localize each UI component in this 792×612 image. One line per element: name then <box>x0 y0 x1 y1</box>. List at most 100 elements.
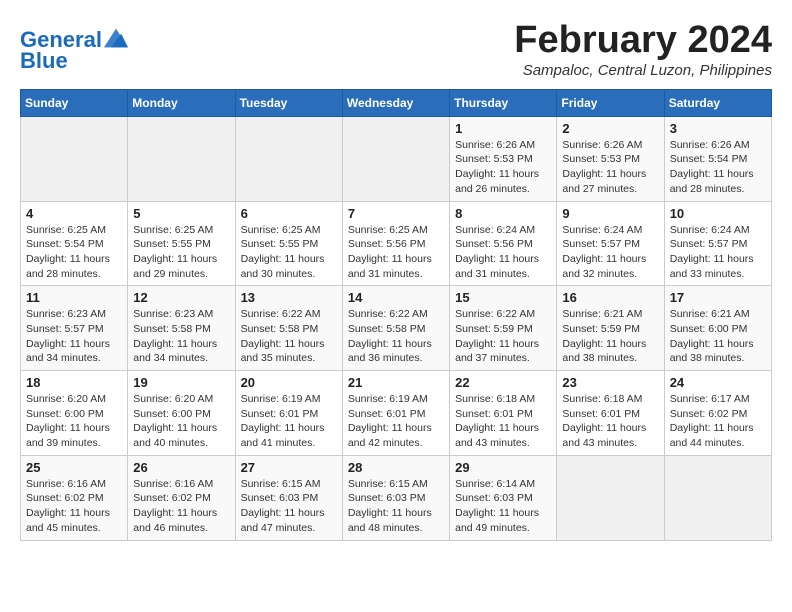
calendar-cell: 11Sunrise: 6:23 AM Sunset: 5:57 PM Dayli… <box>21 286 128 371</box>
day-number: 13 <box>241 290 337 305</box>
day-number: 9 <box>562 206 658 221</box>
day-number: 6 <box>241 206 337 221</box>
day-info: Sunrise: 6:15 AM Sunset: 6:03 PM Dayligh… <box>348 477 444 536</box>
day-info: Sunrise: 6:24 AM Sunset: 5:57 PM Dayligh… <box>562 223 658 282</box>
day-number: 27 <box>241 460 337 475</box>
calendar-cell: 23 Sunrise: 6:18 AM Sunset: 6:01 PM Dayli… <box>557 371 664 456</box>
logo-icon <box>104 28 128 48</box>
day-number: 15 <box>455 290 551 305</box>
calendar-week-5: 25 Sunrise: 6:16 AM Sunset: 6:02 PM Dayli… <box>21 455 772 540</box>
calendar-cell: 10Sunrise: 6:24 AM Sunset: 5:57 PM Dayli… <box>664 201 771 286</box>
calendar-cell <box>235 116 342 201</box>
calendar-cell: 28 Sunrise: 6:15 AM Sunset: 6:03 PM Dayli… <box>342 455 449 540</box>
day-number: 12 <box>133 290 229 305</box>
day-info: Sunrise: 6:16 AM Sunset: 6:02 PM Dayligh… <box>133 477 229 536</box>
calendar-week-4: 18 Sunrise: 6:20 AM Sunset: 6:00 PM Dayli… <box>21 371 772 456</box>
calendar-cell: 1Sunrise: 6:26 AM Sunset: 5:53 PM Daylig… <box>450 116 557 201</box>
day-info: Sunrise: 6:25 AM Sunset: 5:54 PM Dayligh… <box>26 223 122 282</box>
weekday-header-friday: Friday <box>557 89 664 116</box>
day-info: Sunrise: 6:26 AM Sunset: 5:54 PM Dayligh… <box>670 138 766 197</box>
day-info: Sunrise: 6:22 AM Sunset: 5:59 PM Dayligh… <box>455 307 551 366</box>
weekday-header-tuesday: Tuesday <box>235 89 342 116</box>
calendar-cell: 27 Sunrise: 6:15 AM Sunset: 6:03 PM Dayli… <box>235 455 342 540</box>
day-info: Sunrise: 6:16 AM Sunset: 6:02 PM Dayligh… <box>26 477 122 536</box>
calendar-cell: 25 Sunrise: 6:16 AM Sunset: 6:02 PM Dayli… <box>21 455 128 540</box>
day-number: 25 <box>26 460 122 475</box>
calendar-cell: 24Sunrise: 6:17 AM Sunset: 6:02 PM Dayli… <box>664 371 771 456</box>
weekday-header-sunday: Sunday <box>21 89 128 116</box>
day-number: 17 <box>670 290 766 305</box>
calendar-cell <box>342 116 449 201</box>
calendar-cell: 22 Sunrise: 6:18 AM Sunset: 6:01 PM Dayli… <box>450 371 557 456</box>
day-number: 21 <box>348 375 444 390</box>
day-number: 18 <box>26 375 122 390</box>
day-number: 5 <box>133 206 229 221</box>
calendar-week-1: 1Sunrise: 6:26 AM Sunset: 5:53 PM Daylig… <box>21 116 772 201</box>
calendar-cell: 20Sunrise: 6:19 AM Sunset: 6:01 PM Dayli… <box>235 371 342 456</box>
day-info: Sunrise: 6:23 AM Sunset: 5:58 PM Dayligh… <box>133 307 229 366</box>
day-info: Sunrise: 6:24 AM Sunset: 5:57 PM Dayligh… <box>670 223 766 282</box>
calendar-week-3: 11Sunrise: 6:23 AM Sunset: 5:57 PM Dayli… <box>21 286 772 371</box>
day-number: 14 <box>348 290 444 305</box>
weekday-header-thursday: Thursday <box>450 89 557 116</box>
day-number: 3 <box>670 121 766 136</box>
day-info: Sunrise: 6:21 AM Sunset: 6:00 PM Dayligh… <box>670 307 766 366</box>
calendar-body: 1Sunrise: 6:26 AM Sunset: 5:53 PM Daylig… <box>21 116 772 540</box>
location: Sampaloc, Central Luzon, Philippines <box>514 62 772 79</box>
calendar-cell: 2 Sunrise: 6:26 AM Sunset: 5:53 PM Daylig… <box>557 116 664 201</box>
page-header: General Blue February 2024 Sampaloc, Cen… <box>20 20 772 79</box>
day-number: 23 <box>562 375 658 390</box>
calendar-cell: 29 Sunrise: 6:14 AM Sunset: 6:03 PM Dayli… <box>450 455 557 540</box>
calendar-cell: 6 Sunrise: 6:25 AM Sunset: 5:55 PM Daylig… <box>235 201 342 286</box>
day-number: 7 <box>348 206 444 221</box>
day-number: 4 <box>26 206 122 221</box>
day-number: 22 <box>455 375 551 390</box>
weekday-header-saturday: Saturday <box>664 89 771 116</box>
calendar-cell: 26 Sunrise: 6:16 AM Sunset: 6:02 PM Dayli… <box>128 455 235 540</box>
calendar-header-row: SundayMondayTuesdayWednesdayThursdayFrid… <box>21 89 772 116</box>
day-info: Sunrise: 6:26 AM Sunset: 5:53 PM Dayligh… <box>455 138 551 197</box>
day-info: Sunrise: 6:24 AM Sunset: 5:56 PM Dayligh… <box>455 223 551 282</box>
day-number: 2 <box>562 121 658 136</box>
day-info: Sunrise: 6:19 AM Sunset: 6:01 PM Dayligh… <box>348 392 444 451</box>
day-number: 11 <box>26 290 122 305</box>
day-info: Sunrise: 6:14 AM Sunset: 6:03 PM Dayligh… <box>455 477 551 536</box>
day-number: 8 <box>455 206 551 221</box>
day-number: 26 <box>133 460 229 475</box>
title-block: February 2024 Sampaloc, Central Luzon, P… <box>514 20 772 79</box>
calendar-cell: 14 Sunrise: 6:22 AM Sunset: 5:58 PM Dayli… <box>342 286 449 371</box>
day-info: Sunrise: 6:25 AM Sunset: 5:55 PM Dayligh… <box>133 223 229 282</box>
calendar-cell: 16Sunrise: 6:21 AM Sunset: 5:59 PM Dayli… <box>557 286 664 371</box>
day-number: 19 <box>133 375 229 390</box>
calendar-table: SundayMondayTuesdayWednesdayThursdayFrid… <box>20 89 772 541</box>
day-number: 29 <box>455 460 551 475</box>
day-info: Sunrise: 6:25 AM Sunset: 5:56 PM Dayligh… <box>348 223 444 282</box>
day-info: Sunrise: 6:22 AM Sunset: 5:58 PM Dayligh… <box>348 307 444 366</box>
day-info: Sunrise: 6:15 AM Sunset: 6:03 PM Dayligh… <box>241 477 337 536</box>
day-info: Sunrise: 6:20 AM Sunset: 6:00 PM Dayligh… <box>26 392 122 451</box>
weekday-header-monday: Monday <box>128 89 235 116</box>
day-info: Sunrise: 6:18 AM Sunset: 6:01 PM Dayligh… <box>455 392 551 451</box>
calendar-cell: 7 Sunrise: 6:25 AM Sunset: 5:56 PM Daylig… <box>342 201 449 286</box>
day-info: Sunrise: 6:26 AM Sunset: 5:53 PM Dayligh… <box>562 138 658 197</box>
day-info: Sunrise: 6:25 AM Sunset: 5:55 PM Dayligh… <box>241 223 337 282</box>
calendar-cell <box>21 116 128 201</box>
day-info: Sunrise: 6:22 AM Sunset: 5:58 PM Dayligh… <box>241 307 337 366</box>
calendar-week-2: 4 Sunrise: 6:25 AM Sunset: 5:54 PM Daylig… <box>21 201 772 286</box>
day-number: 28 <box>348 460 444 475</box>
day-number: 20 <box>241 375 337 390</box>
calendar-cell: 4 Sunrise: 6:25 AM Sunset: 5:54 PM Daylig… <box>21 201 128 286</box>
day-info: Sunrise: 6:17 AM Sunset: 6:02 PM Dayligh… <box>670 392 766 451</box>
calendar-cell: 8 Sunrise: 6:24 AM Sunset: 5:56 PM Daylig… <box>450 201 557 286</box>
month-year: February 2024 <box>514 20 772 62</box>
calendar-cell: 12 Sunrise: 6:23 AM Sunset: 5:58 PM Dayli… <box>128 286 235 371</box>
calendar-cell <box>128 116 235 201</box>
day-info: Sunrise: 6:18 AM Sunset: 6:01 PM Dayligh… <box>562 392 658 451</box>
calendar-cell: 19Sunrise: 6:20 AM Sunset: 6:00 PM Dayli… <box>128 371 235 456</box>
calendar-cell <box>557 455 664 540</box>
calendar-cell <box>664 455 771 540</box>
weekday-header-wednesday: Wednesday <box>342 89 449 116</box>
calendar-cell: 18 Sunrise: 6:20 AM Sunset: 6:00 PM Dayli… <box>21 371 128 456</box>
calendar-cell: 3 Sunrise: 6:26 AM Sunset: 5:54 PM Daylig… <box>664 116 771 201</box>
calendar-cell: 15 Sunrise: 6:22 AM Sunset: 5:59 PM Dayli… <box>450 286 557 371</box>
